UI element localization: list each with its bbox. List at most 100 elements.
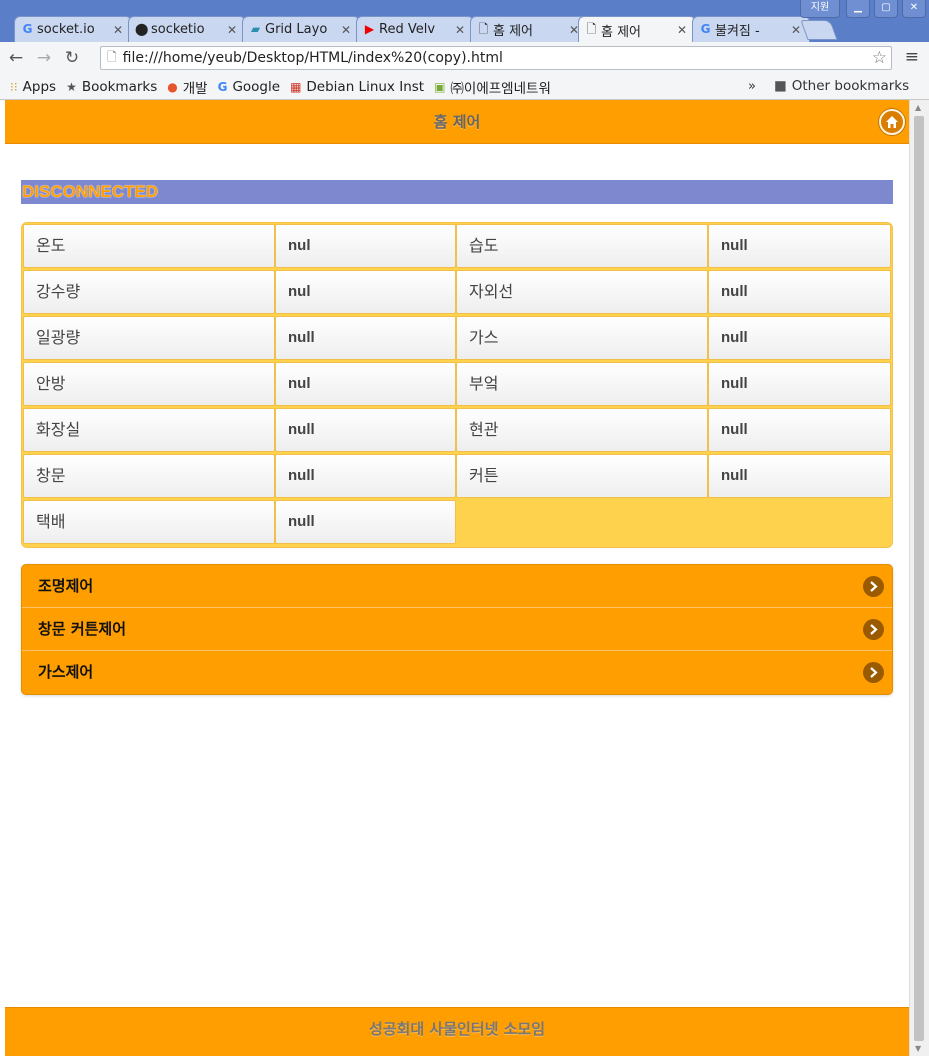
menu-item-label: 가스제어 <box>38 663 94 681</box>
folder-icon: ■ <box>774 78 787 94</box>
menu-item-window-curtain-control[interactable]: 창문 커튼제어 <box>22 608 892 651</box>
close-window-icon[interactable]: ✕ <box>902 0 926 18</box>
sensor-label-entrance: 현관 <box>456 408 708 452</box>
bookmark-efm[interactable]: ▣ ㈜이에프엠네트워 <box>434 77 551 97</box>
close-icon[interactable]: ✕ <box>791 23 801 37</box>
tab-strip: G socket.io ✕ ⬤ socketio ✕ ▰ Grid Layo ✕… <box>0 0 929 43</box>
home-icon <box>886 116 898 128</box>
home-button[interactable] <box>879 109 905 135</box>
sensor-value-parcel: null <box>275 500 456 544</box>
sensor-label-bathroom: 화장실 <box>23 408 275 452</box>
menu-item-gas-control[interactable]: 가스제어 <box>22 651 892 694</box>
bookmark-star-icon[interactable]: ☆ <box>872 48 887 68</box>
tab-5-active[interactable]: 🗋 홈 제어 ✕ <box>578 16 696 43</box>
close-icon[interactable]: ✕ <box>227 23 237 37</box>
debian-icon: ▦ <box>290 79 302 94</box>
bookmark-debian[interactable]: ▦ Debian Linux Inst <box>290 79 424 95</box>
sensor-value-bathroom: null <box>275 408 456 452</box>
chevron-right-icon <box>863 576 884 597</box>
bookmark-apps[interactable]: ⁝⁝ Apps <box>10 79 56 95</box>
sensor-value-entrance: null <box>708 408 891 452</box>
minimize-icon[interactable]: ▁ <box>846 0 870 18</box>
scroll-down-icon[interactable]: ▼ <box>915 1044 921 1053</box>
close-icon[interactable]: ✕ <box>677 23 687 37</box>
sensor-label-humidity: 습도 <box>456 224 708 268</box>
tab-6[interactable]: G 불켜짐 - ✕ <box>692 16 810 42</box>
new-tab-button[interactable] <box>800 20 838 40</box>
bookmark-label: Google <box>232 78 281 95</box>
reload-icon[interactable]: ↻ <box>60 48 84 68</box>
bookmark-dev[interactable]: ● 개발 <box>167 77 207 97</box>
menu-item-label: 조명제어 <box>38 577 94 595</box>
star-icon: ★ <box>66 79 77 94</box>
sensor-label-sunlight: 일광량 <box>23 316 275 360</box>
sensor-value-sunlight: null <box>275 316 456 360</box>
tab-title: 불켜짐 - <box>715 24 760 39</box>
sensor-label-kitchen: 부엌 <box>456 362 708 406</box>
back-icon[interactable]: ← <box>4 48 28 68</box>
tab-0[interactable]: G socket.io ✕ <box>14 16 132 42</box>
menu-icon[interactable]: ≡ <box>905 47 919 67</box>
bookmarks-overflow-button[interactable]: » <box>748 79 756 94</box>
page-viewport: 홈 제어 DISCONNECTED 온도 nul 습도 null 강수량 nul… <box>5 100 909 1056</box>
sensor-label-uv: 자외선 <box>456 270 708 314</box>
page-icon: 🗋 <box>586 22 597 36</box>
sensor-label-temperature: 온도 <box>23 224 275 268</box>
sensor-label-master-bedroom: 안방 <box>23 362 275 406</box>
sensor-value-rainfall: nul <box>275 270 456 314</box>
bookmark-label: Bookmarks <box>81 78 158 95</box>
tab-2[interactable]: ▰ Grid Layo ✕ <box>242 16 360 42</box>
vertical-scrollbar[interactable]: ▲ ▼ <box>909 100 929 1056</box>
chevron-right-icon <box>863 619 884 640</box>
sensor-value-window: null <box>275 454 456 498</box>
tab-title: Red Velv <box>379 22 436 37</box>
sensor-label-gas: 가스 <box>456 316 708 360</box>
sensor-value-master-bedroom: nul <box>275 362 456 406</box>
tab-3[interactable]: ▶ Red Velv ✕ <box>356 16 474 42</box>
page-icon: 🗋 <box>107 49 117 64</box>
bookmark-bookmarks[interactable]: ★ Bookmarks <box>66 79 157 95</box>
browser-toolbar: ← → ↻ 🗋 file:///home/yeub/Desktop/HTML/i… <box>0 42 929 74</box>
url-text: file:///home/yeub/Desktop/HTML/index%20(… <box>122 50 503 66</box>
other-bookmarks-folder[interactable]: ■ Other bookmarks <box>774 78 909 94</box>
bookmark-label: Apps <box>22 78 57 95</box>
page-icon: 🗋 <box>478 22 489 36</box>
dev-icon: ● <box>167 79 178 94</box>
sensor-value-humidity: null <box>708 224 891 268</box>
forward-icon[interactable]: → <box>32 48 56 68</box>
close-icon[interactable]: ✕ <box>455 23 465 37</box>
sensor-label-curtain: 커튼 <box>456 454 708 498</box>
sensor-value-kitchen: null <box>708 362 891 406</box>
page-header: 홈 제어 <box>5 100 909 144</box>
sensor-value-temperature: nul <box>275 224 456 268</box>
maximize-icon[interactable]: ▢ <box>874 0 898 18</box>
control-menu: 조명제어 창문 커튼제어 가스제어 <box>21 564 893 695</box>
github-icon: ⬤ <box>135 22 149 36</box>
google-icon: G <box>22 22 33 36</box>
tab-1[interactable]: ⬤ socketio ✕ <box>128 16 246 42</box>
youtube-icon: ▶ <box>364 22 375 36</box>
page-footer: 성공회대 사물인터넷 소모임 <box>5 1007 909 1056</box>
scroll-up-icon[interactable]: ▲ <box>915 103 921 112</box>
google-icon: G <box>217 79 228 94</box>
bookmark-google[interactable]: G Google <box>218 79 280 95</box>
sensor-label-rainfall: 강수량 <box>23 270 275 314</box>
bookmark-label: 개발 <box>182 80 208 97</box>
tab-4[interactable]: 🗋 홈 제어 ✕ <box>470 16 588 42</box>
apps-icon: ⁝⁝ <box>10 79 18 94</box>
bookmark-label: ㈜이에프엠네트워 <box>450 80 551 97</box>
tab-title: socket.io <box>37 22 95 37</box>
close-icon[interactable]: ✕ <box>341 23 351 37</box>
sensor-grid: 온도 nul 습도 null 강수량 nul 자외선 null 일광량 null… <box>21 222 893 548</box>
menu-item-light-control[interactable]: 조명제어 <box>22 565 892 608</box>
google-icon: G <box>700 22 711 36</box>
close-icon[interactable]: ✕ <box>113 23 123 37</box>
bookmark-label: Debian Linux Inst <box>306 78 425 95</box>
grid-icon: ▰ <box>250 22 261 36</box>
sensor-label-window: 창문 <box>23 454 275 498</box>
tab-title: 홈 제어 <box>601 24 642 40</box>
address-bar[interactable]: 🗋 file:///home/yeub/Desktop/HTML/index%2… <box>100 46 892 70</box>
menu-item-label: 창문 커튼제어 <box>38 620 127 638</box>
other-bookmarks-label: Other bookmarks <box>791 78 910 94</box>
scrollbar-thumb[interactable] <box>914 116 924 1041</box>
